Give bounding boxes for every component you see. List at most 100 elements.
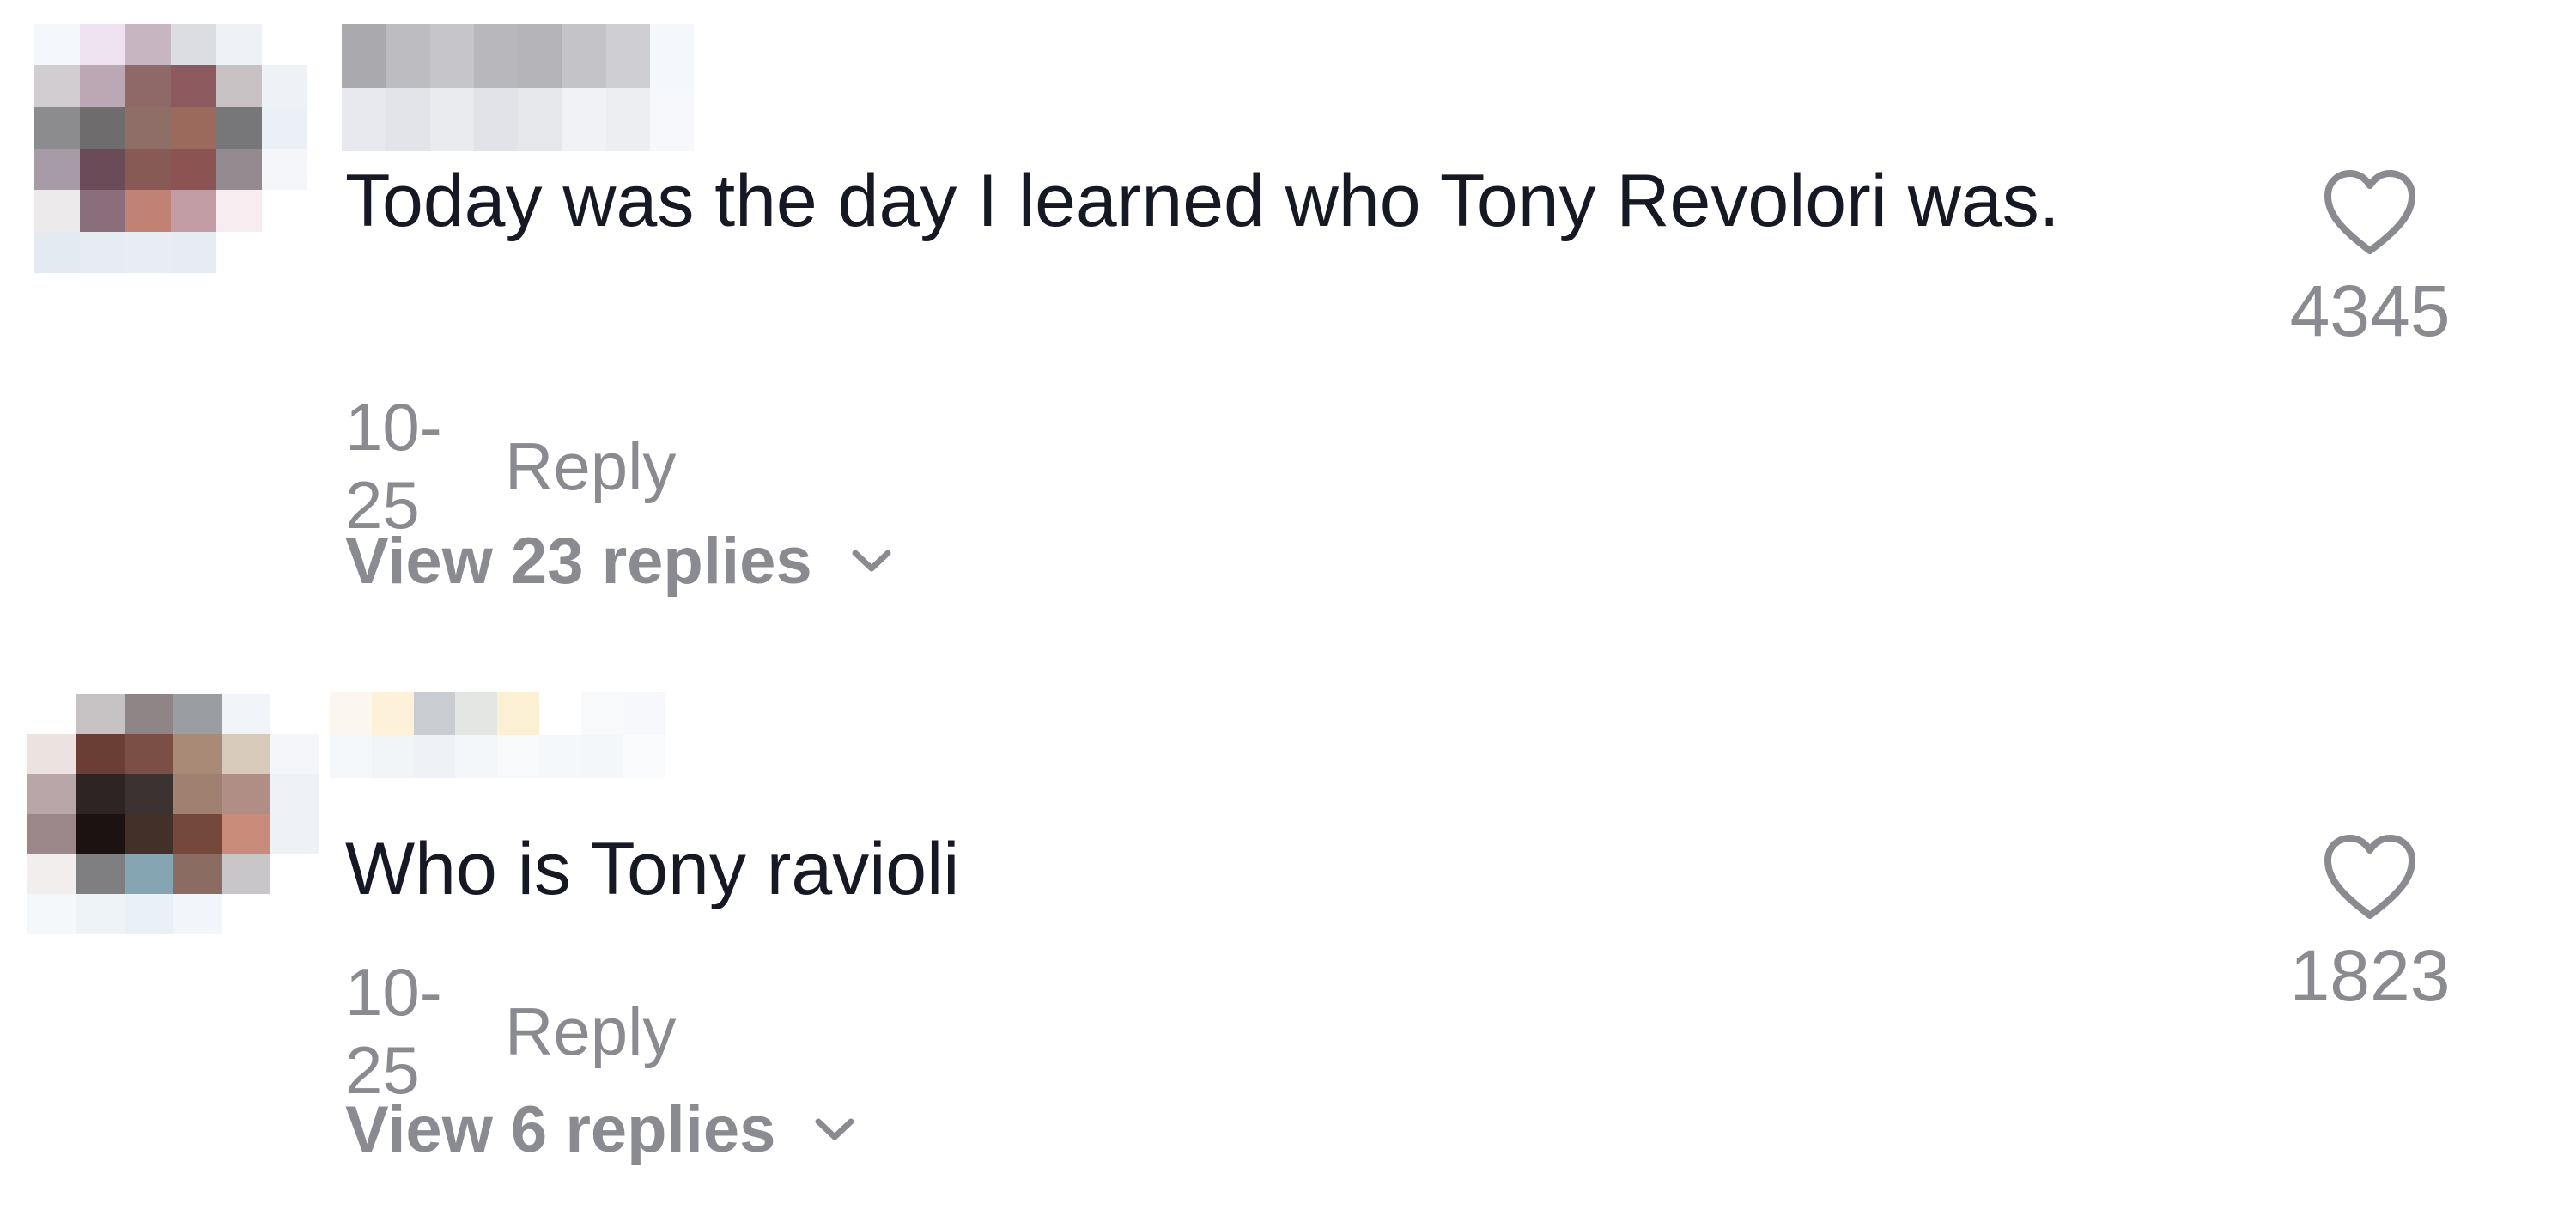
comment-item: Today was the day I learned who Tony Rev…	[0, 0, 2576, 670]
avatar-pixel	[262, 148, 307, 191]
avatar-pixel	[76, 774, 125, 814]
avatar-pixel	[125, 854, 173, 895]
username-pixel	[371, 735, 414, 778]
avatar-pixel	[125, 231, 171, 273]
username-pixel	[497, 692, 539, 735]
avatar-pixel	[34, 65, 80, 107]
avatar-pixel	[173, 814, 222, 854]
avatar-pixel	[173, 774, 222, 814]
avatar-pixel	[270, 733, 319, 775]
avatar-pixel	[76, 733, 125, 775]
username-pixel	[518, 88, 562, 151]
avatar-pixel	[125, 190, 171, 232]
username-pixel	[342, 24, 386, 88]
avatar-pixel	[27, 854, 76, 895]
avatar-pixel	[34, 148, 80, 191]
avatar-pixel	[171, 231, 216, 273]
avatar-pixel	[171, 190, 216, 232]
avatar-pixel	[34, 106, 80, 149]
avatar-pixel	[80, 148, 125, 191]
reply-button[interactable]: Reply	[505, 993, 676, 1071]
avatar-pixel	[125, 106, 171, 149]
username-pixel	[562, 88, 606, 151]
avatar-pixel	[34, 24, 80, 66]
username-pixel	[413, 735, 456, 778]
avatar-pixel	[125, 774, 173, 814]
like-button[interactable]: 1823	[2267, 833, 2473, 1018]
username-pixel	[497, 735, 539, 778]
avatar-pixel	[171, 65, 216, 107]
avatar-pixel	[80, 65, 125, 107]
username-pixel	[371, 692, 414, 735]
avatar-pixel	[216, 231, 262, 273]
comment-item: Who is Tony ravioli 10-25 Reply View 6 r…	[0, 670, 2576, 1216]
username-pixel	[455, 692, 497, 735]
username-pixel	[413, 692, 456, 735]
avatar-pixel	[270, 814, 319, 854]
username-pixel	[330, 735, 372, 778]
avatar-pixel	[171, 106, 216, 149]
avatar-pixel	[173, 894, 222, 934]
view-replies-button[interactable]: View 6 replies	[345, 1092, 856, 1167]
avatar-pixel	[76, 814, 125, 854]
heart-outline-icon	[2324, 170, 2415, 254]
comment-meta: 10-25 Reply	[345, 388, 676, 544]
avatar-pixel	[270, 854, 319, 895]
username-pixel	[386, 88, 430, 151]
username-blurred[interactable]	[330, 692, 665, 778]
username-pixel	[473, 24, 518, 88]
avatar-pixel	[270, 894, 319, 934]
username-pixel	[623, 692, 665, 735]
username-pixel	[649, 24, 694, 88]
avatar-pixel	[222, 854, 271, 895]
avatar-pixel	[76, 894, 125, 934]
heart-outline-icon	[2324, 835, 2415, 919]
username-pixel	[623, 735, 665, 778]
avatar-pixel	[27, 814, 76, 854]
avatar-pixel	[125, 814, 173, 854]
avatar-pixel	[222, 814, 271, 854]
avatar-pixel	[125, 733, 173, 775]
username-pixel	[580, 692, 623, 735]
username-pixel	[605, 24, 650, 88]
avatar-pixel	[171, 24, 216, 66]
comment-date: 10-25	[345, 389, 442, 543]
like-button[interactable]: 4345	[2267, 168, 2473, 353]
avatar-pixel	[80, 190, 125, 232]
avatar-pixel	[125, 694, 173, 734]
view-replies-button[interactable]: View 23 replies	[345, 524, 893, 599]
avatar-pixel	[171, 148, 216, 191]
like-count: 4345	[2289, 271, 2451, 351]
avatar-pixel	[262, 24, 307, 66]
username-pixel	[330, 692, 372, 735]
username-pixel	[386, 24, 430, 88]
avatar-pixel	[222, 694, 271, 734]
reply-button[interactable]: Reply	[505, 428, 676, 506]
avatar-pixel	[76, 694, 125, 734]
avatar-pixel	[76, 854, 125, 895]
avatar-pixel	[80, 231, 125, 273]
username-pixel	[455, 735, 497, 778]
like-count: 1823	[2289, 935, 2451, 1016]
username-pixel	[649, 88, 694, 151]
avatar-pixel	[216, 148, 262, 191]
comment-text: Who is Tony ravioli	[345, 828, 960, 910]
avatar-pixel	[216, 106, 262, 149]
username-pixel	[429, 24, 474, 88]
avatar-pixel	[173, 733, 222, 775]
avatar-pixel	[173, 854, 222, 895]
avatar-pixel	[80, 106, 125, 149]
username-blurred[interactable]	[342, 24, 694, 151]
avatar[interactable]	[34, 24, 307, 273]
avatar-pixel	[216, 190, 262, 232]
avatar-pixel	[270, 774, 319, 814]
username-pixel	[538, 735, 581, 778]
avatar-pixel	[27, 733, 76, 775]
username-pixel	[473, 88, 518, 151]
avatar-pixel	[270, 694, 319, 734]
avatar-pixel	[27, 694, 76, 734]
avatar[interactable]	[27, 694, 319, 934]
avatar-pixel	[222, 733, 271, 775]
comment-text: Today was the day I learned who Tony Rev…	[345, 160, 2060, 242]
avatar-pixel	[216, 24, 262, 66]
